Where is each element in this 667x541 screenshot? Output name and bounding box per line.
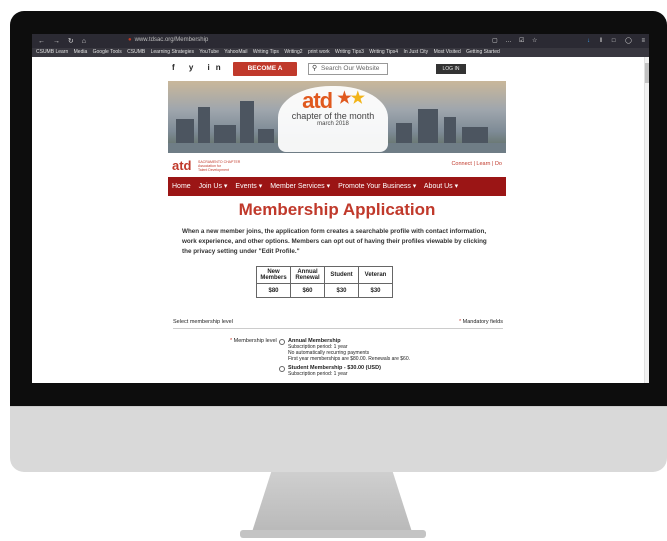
- chapter-name: SACRAMENTO CHAPTER Association for Talen…: [198, 160, 241, 172]
- monitor-chin: [10, 406, 667, 472]
- main-nav: Home Join Us ▾ Events ▾ Member Services …: [168, 177, 506, 196]
- bookmark-item[interactable]: YouTube: [199, 49, 219, 55]
- bookmark-item[interactable]: Media: [74, 49, 88, 55]
- fee-header: Annual Renewal: [290, 266, 325, 284]
- login-button[interactable]: LOG IN: [436, 64, 466, 74]
- page-viewport: f y in ▶ BECOME A MEMBER ⚲ Search Our We…: [32, 57, 649, 383]
- scrollbar[interactable]: [644, 57, 649, 383]
- fee-header: Student: [324, 266, 359, 284]
- hero-banner: atd ★★ chapter of the month march 2018: [168, 81, 506, 153]
- desktop-scene: ← → ↻ ⌂ ● www.tdsac.org/Membership ▢ … ☑ …: [0, 0, 667, 541]
- bookmark-item[interactable]: Google Tools: [93, 49, 122, 55]
- student-membership-radio[interactable]: [279, 366, 285, 372]
- membership-level-text: Membership level: [233, 338, 277, 344]
- nav-join-us[interactable]: Join Us ▾: [199, 183, 228, 190]
- monitor-screen: ← → ↻ ⌂ ● www.tdsac.org/Membership ▢ … ☑ …: [32, 34, 649, 383]
- chapter-header: atd SACRAMENTO CHAPTER Association for T…: [168, 155, 506, 175]
- bookmark-item[interactable]: CSUMB Learn: [36, 49, 68, 55]
- nav-member-services[interactable]: Member Services ▾: [270, 183, 330, 190]
- stars-icon: ★★: [337, 90, 365, 107]
- membership-level-label: * Membership level: [230, 338, 277, 344]
- nav-home[interactable]: Home: [172, 183, 191, 190]
- toolbar-icons[interactable]: ▢ … ☑ ☆: [492, 37, 540, 44]
- banner-line-1: chapter of the month: [291, 111, 375, 121]
- bookmark-item[interactable]: In Just City: [403, 49, 428, 55]
- fee-header: Veteran: [358, 266, 393, 284]
- address-bar[interactable]: ● www.tdsac.org/Membership: [128, 37, 208, 43]
- bookmark-item[interactable]: CSUMB: [127, 49, 145, 55]
- browser-extension-icons[interactable]: ↓ ‖ □ ◯ ≡: [587, 37, 649, 44]
- search-input[interactable]: ⚲ Search Our Website: [308, 63, 388, 75]
- search-icon: ⚲: [312, 65, 318, 72]
- page-title: Membership Application: [238, 200, 436, 219]
- annual-membership-option: Annual Membership Subscription period: 1…: [288, 338, 410, 362]
- mandatory-text: Mandatory fields: [462, 319, 503, 325]
- bookmark-item[interactable]: Writing2: [284, 49, 302, 55]
- search-placeholder: Search Our Website: [321, 65, 380, 72]
- browser-toolbar: ← → ↻ ⌂ ● www.tdsac.org/Membership ▢ … ☑ …: [32, 34, 649, 48]
- table-row: New Members Annual Renewal Student Veter…: [256, 266, 393, 284]
- select-level-label: Select membership level: [173, 319, 233, 325]
- nav-buttons[interactable]: ← → ↻ ⌂: [38, 37, 89, 45]
- bookmarks-bar: CSUMB Learn Media Google Tools CSUMB Lea…: [32, 48, 649, 57]
- site-icon: ●: [128, 37, 132, 43]
- monitor-stand: [252, 472, 412, 532]
- option-detail: Subscription period: 1 year: [288, 371, 348, 377]
- bookmark-item[interactable]: print work: [308, 49, 330, 55]
- mandatory-note: * Mandatory fields: [458, 319, 503, 325]
- scrollbar-thumb[interactable]: [645, 63, 649, 83]
- option-detail: First year memberships are $80.00. Renew…: [288, 356, 411, 362]
- table-row: $80 $60 $30 $30: [256, 283, 393, 298]
- web-page: f y in ▶ BECOME A MEMBER ⚲ Search Our We…: [168, 57, 506, 383]
- fee-value: $60: [290, 283, 325, 298]
- fee-value: $30: [358, 283, 393, 298]
- bookmark-item[interactable]: Most Visited: [434, 49, 461, 55]
- nav-events[interactable]: Events ▾: [235, 183, 262, 190]
- select-level-header: Select membership level * Mandatory fiel…: [173, 319, 503, 329]
- chapter-of-month-badge: atd ★★ chapter of the month march 2018: [278, 86, 388, 152]
- monitor-stand-base: [240, 530, 426, 538]
- atd-logo-text: atd: [302, 88, 333, 113]
- bookmark-item[interactable]: Writing Tips3: [335, 49, 364, 55]
- download-icon[interactable]: ↓: [587, 38, 594, 44]
- bookmark-item[interactable]: YahooMail: [224, 49, 247, 55]
- bookmark-item[interactable]: Getting Started: [466, 49, 500, 55]
- chapter-logo[interactable]: atd: [172, 158, 192, 173]
- fee-header: New Members: [256, 266, 291, 284]
- nav-promote-business[interactable]: Promote Your Business ▾: [338, 183, 416, 190]
- nav-about-us[interactable]: About Us ▾: [424, 183, 458, 190]
- fee-value: $80: [256, 283, 291, 298]
- bookmark-item[interactable]: Learning Strategies: [151, 49, 194, 55]
- become-member-button[interactable]: BECOME A MEMBER: [233, 62, 297, 86]
- intro-text: When a new member joins, the application…: [182, 228, 487, 255]
- fee-value: $30: [324, 283, 359, 298]
- student-membership-option: Student Membership - $30.00 (USD) Subscr…: [288, 365, 381, 377]
- url-text: www.tdsac.org/Membership: [134, 37, 209, 43]
- bookmark-item[interactable]: Writing Tips: [253, 49, 279, 55]
- fee-table: New Members Annual Renewal Student Veter…: [256, 266, 393, 298]
- connect-links[interactable]: Connect | Learn | Do: [451, 161, 502, 167]
- banner-line-2: march 2018: [317, 121, 349, 127]
- bookmark-item[interactable]: Writing Tips4: [369, 49, 398, 55]
- annual-membership-radio[interactable]: [279, 339, 285, 345]
